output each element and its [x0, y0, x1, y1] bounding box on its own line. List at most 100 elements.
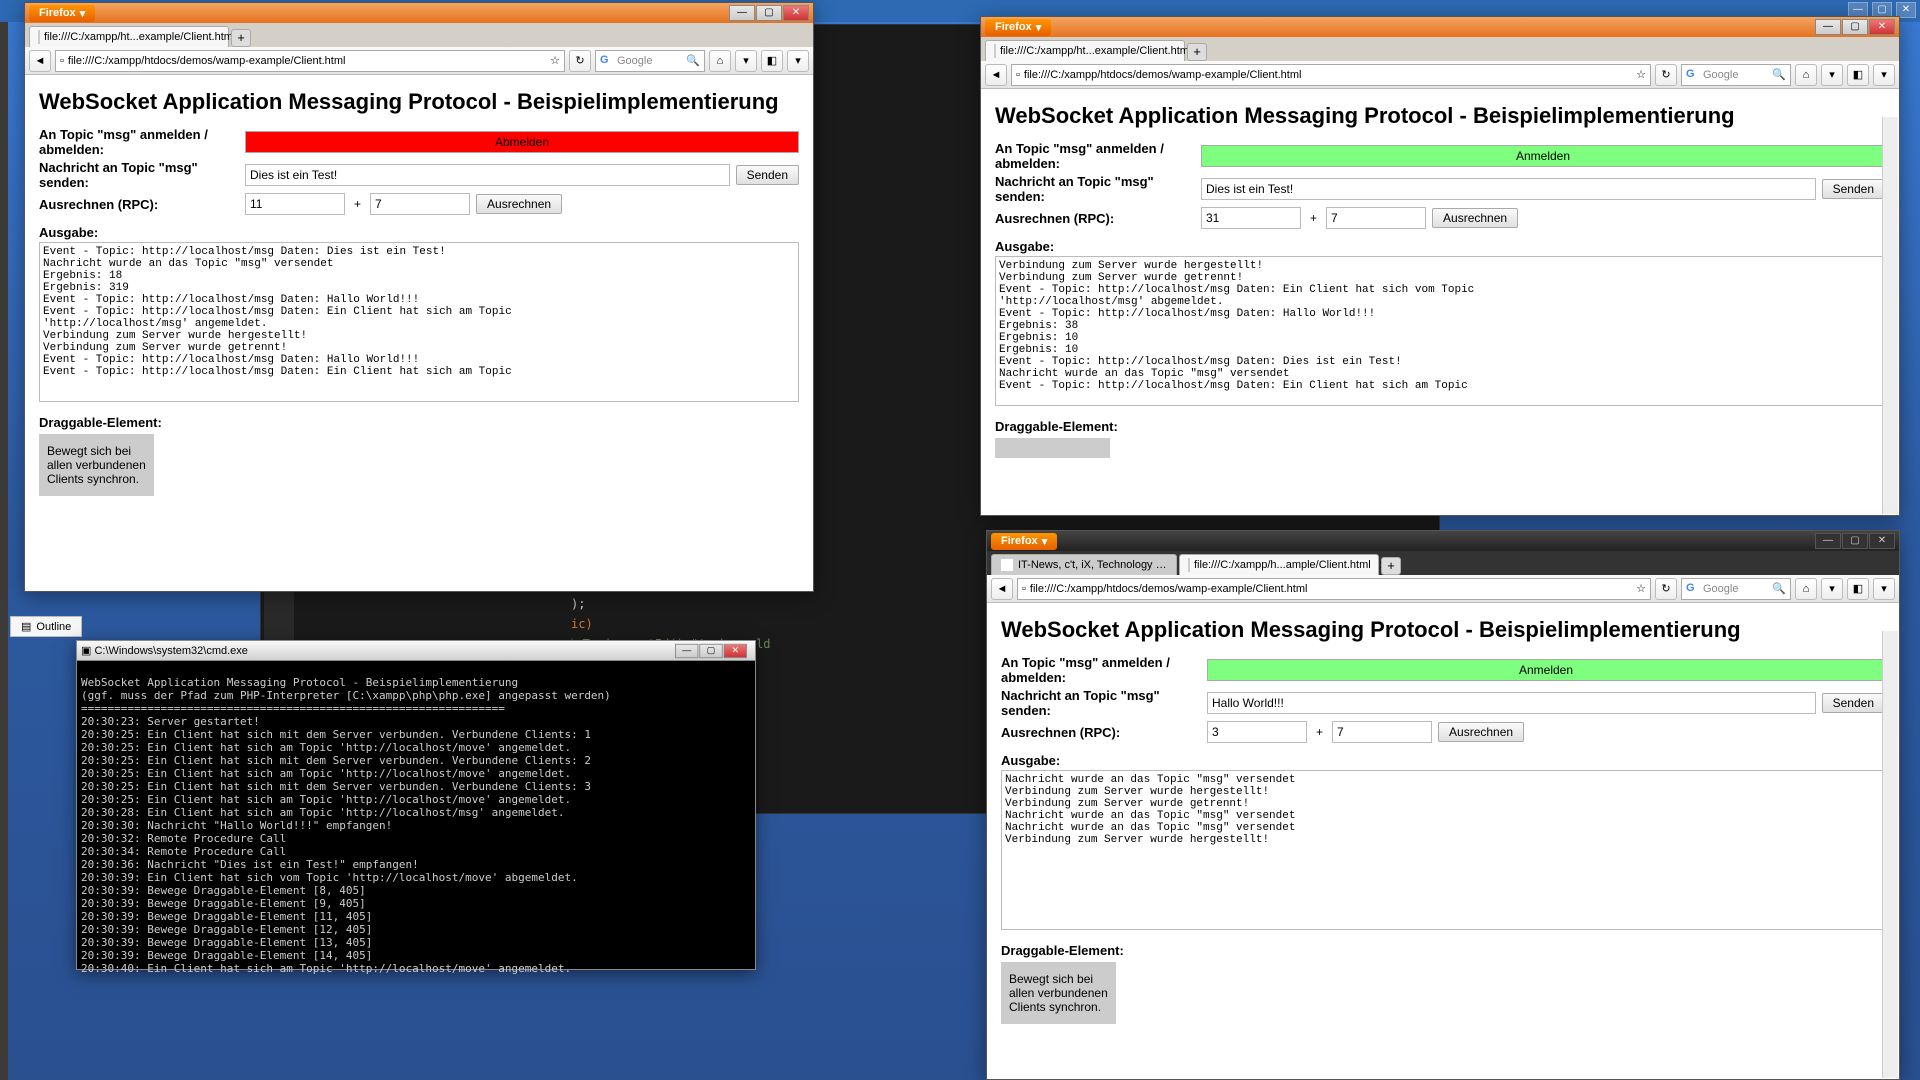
rpc-right-input[interactable]: [1326, 207, 1426, 229]
browser-tab[interactable]: file:///C:/xampp/ht...example/Client.htm…: [29, 26, 229, 47]
topic-label: An Topic "msg" anmelden / abmelden:: [995, 141, 1195, 171]
ausrechnen-button[interactable]: Ausrechnen: [1432, 208, 1518, 228]
anmelden-button[interactable]: Anmelden: [1201, 145, 1885, 167]
search-placeholder: Google: [1703, 583, 1738, 595]
close-button[interactable]: ✕: [783, 5, 809, 21]
new-tab-button[interactable]: +: [1187, 43, 1207, 61]
browser-toolbar: ◄ ▫file:///C:/xampp/htdocs/demos/wamp-ex…: [25, 47, 813, 75]
tab-bar: file:///C:/xampp/ht...example/Client.htm…: [25, 23, 813, 47]
senden-button[interactable]: Senden: [736, 165, 799, 185]
cmd-output: WebSocket Application Messaging Protocol…: [77, 672, 755, 979]
titlebar[interactable]: Firefox ▾ — ▢ ✕: [25, 3, 813, 23]
anmelden-button[interactable]: Anmelden: [1207, 659, 1885, 681]
rpc-right-input[interactable]: [370, 193, 470, 215]
message-input[interactable]: [1201, 178, 1816, 200]
maximize-button[interactable]: ▢: [1842, 19, 1868, 35]
senden-button[interactable]: Senden: [1822, 179, 1885, 199]
rpc-left-input[interactable]: [1207, 721, 1307, 743]
output-textarea[interactable]: [39, 242, 799, 402]
firefox-menu-button[interactable]: Firefox ▾: [991, 533, 1057, 550]
url-bar[interactable]: ▫file:///C:/xampp/htdocs/demos/wamp-exam…: [55, 50, 565, 72]
browser-tab-news[interactable]: IT-News, c't, iX, Technology Review, ...: [991, 554, 1177, 575]
menu-button[interactable]: ▾: [787, 50, 809, 72]
bookmarks-button[interactable]: ▾: [1821, 64, 1843, 86]
rpc-left-input[interactable]: [245, 193, 345, 215]
draggable-element[interactable]: Bewegt sich bei allen verbundenen Client…: [1001, 962, 1116, 1024]
minimize-button[interactable]: —: [729, 5, 755, 21]
plus-sign: +: [351, 197, 364, 211]
back-button[interactable]: ◄: [985, 64, 1007, 86]
message-label: Nachricht an Topic "msg" senden:: [995, 174, 1195, 204]
home-button[interactable]: ⌂: [1795, 578, 1817, 600]
menu-button[interactable]: ▾: [1873, 578, 1895, 600]
bookmark-star-icon[interactable]: ☆: [1636, 68, 1646, 81]
titlebar[interactable]: Firefox ▾ — ▢ ✕: [987, 531, 1899, 551]
message-input[interactable]: [1207, 692, 1816, 714]
feed-button[interactable]: ◧: [1847, 64, 1869, 86]
feed-button[interactable]: ◧: [1847, 578, 1869, 600]
bookmarks-button[interactable]: ▾: [735, 50, 757, 72]
close-button[interactable]: ✕: [724, 643, 747, 657]
search-bar[interactable]: GGoogle🔍: [595, 50, 705, 72]
new-tab-button[interactable]: +: [231, 29, 251, 47]
search-bar[interactable]: GGoogle🔍: [1681, 64, 1791, 86]
url-bar[interactable]: ▫file:///C:/xampp/htdocs/demos/wamp-exam…: [1011, 64, 1651, 86]
draggable-element[interactable]: Bewegt sich bei allen verbundenen Client…: [39, 434, 154, 496]
page-icon: ▫: [1016, 69, 1020, 81]
maximize-button[interactable]: ▢: [1842, 533, 1868, 549]
cmd-titlebar[interactable]: ▣ C:\Windows\system32\cmd.exe — ▢ ✕: [77, 641, 755, 661]
maximize-button[interactable]: ▢: [756, 5, 782, 21]
feed-button[interactable]: ◧: [761, 50, 783, 72]
bookmark-star-icon[interactable]: ☆: [1636, 582, 1646, 595]
scrollbar[interactable]: [1882, 117, 1898, 514]
rpc-label: Ausrechnen (RPC):: [995, 211, 1195, 226]
output-textarea[interactable]: [995, 256, 1885, 406]
message-input[interactable]: [245, 164, 730, 186]
url-bar[interactable]: ▫file:///C:/xampp/htdocs/demos/wamp-exam…: [1017, 578, 1651, 600]
output-textarea[interactable]: [1001, 770, 1885, 930]
tab-label: file:///C:/xampp/ht...example/Client.htm…: [44, 31, 235, 43]
ausrechnen-button[interactable]: Ausrechnen: [1438, 722, 1524, 742]
close-button[interactable]: ✕: [1869, 533, 1895, 549]
scrollbar[interactable]: [1882, 631, 1898, 1078]
search-icon[interactable]: 🔍: [1772, 68, 1786, 81]
back-button[interactable]: ◄: [29, 50, 51, 72]
rpc-right-input[interactable]: [1332, 721, 1432, 743]
page-title: WebSocket Application Messaging Protocol…: [39, 89, 799, 115]
reload-button[interactable]: ↻: [569, 50, 591, 72]
search-placeholder: Google: [1703, 69, 1738, 81]
rpc-left-input[interactable]: [1201, 207, 1301, 229]
outline-button[interactable]: ▤ Outline: [10, 616, 82, 637]
search-bar[interactable]: GGoogle🔍: [1681, 578, 1791, 600]
new-tab-button[interactable]: +: [1381, 557, 1401, 575]
firefox-menu-button[interactable]: Firefox ▾: [985, 19, 1051, 36]
senden-button[interactable]: Senden: [1822, 693, 1885, 713]
home-button[interactable]: ⌂: [1795, 64, 1817, 86]
search-icon[interactable]: 🔍: [686, 54, 700, 67]
home-button[interactable]: ⌂: [709, 50, 731, 72]
bookmark-star-icon[interactable]: ☆: [550, 54, 560, 67]
close-button[interactable]: ✕: [1869, 19, 1895, 35]
back-button[interactable]: ◄: [991, 578, 1013, 600]
reload-button[interactable]: ↻: [1655, 578, 1677, 600]
browser-tab[interactable]: file:///C:/xampp/ht...example/Client.htm…: [985, 40, 1185, 61]
minimize-button[interactable]: —: [1815, 533, 1841, 549]
reload-button[interactable]: ↻: [1655, 64, 1677, 86]
maximize-button[interactable]: ▢: [699, 643, 722, 657]
draggable-label: Draggable-Element:: [1001, 943, 1885, 958]
bookmarks-button[interactable]: ▾: [1821, 578, 1843, 600]
titlebar[interactable]: Firefox ▾ — ▢ ✕: [981, 17, 1899, 37]
page-content: WebSocket Application Messaging Protocol…: [981, 89, 1899, 515]
favicon-icon: [38, 30, 40, 44]
search-icon[interactable]: 🔍: [1772, 582, 1786, 595]
menu-button[interactable]: ▾: [1873, 64, 1895, 86]
tab-label: file:///C:/xampp/ht...example/Client.htm…: [1000, 45, 1191, 57]
firefox-menu-button[interactable]: Firefox ▾: [29, 5, 95, 22]
minimize-button[interactable]: —: [675, 643, 698, 657]
draggable-element[interactable]: [995, 438, 1110, 458]
ausrechnen-button[interactable]: Ausrechnen: [476, 194, 562, 214]
minimize-button[interactable]: —: [1815, 19, 1841, 35]
abmelden-button[interactable]: Abmelden: [245, 131, 799, 153]
message-label: Nachricht an Topic "msg" senden:: [1001, 688, 1201, 718]
browser-tab[interactable]: file:///C:/xampp/h...ample/Client.html✕: [1179, 554, 1379, 575]
